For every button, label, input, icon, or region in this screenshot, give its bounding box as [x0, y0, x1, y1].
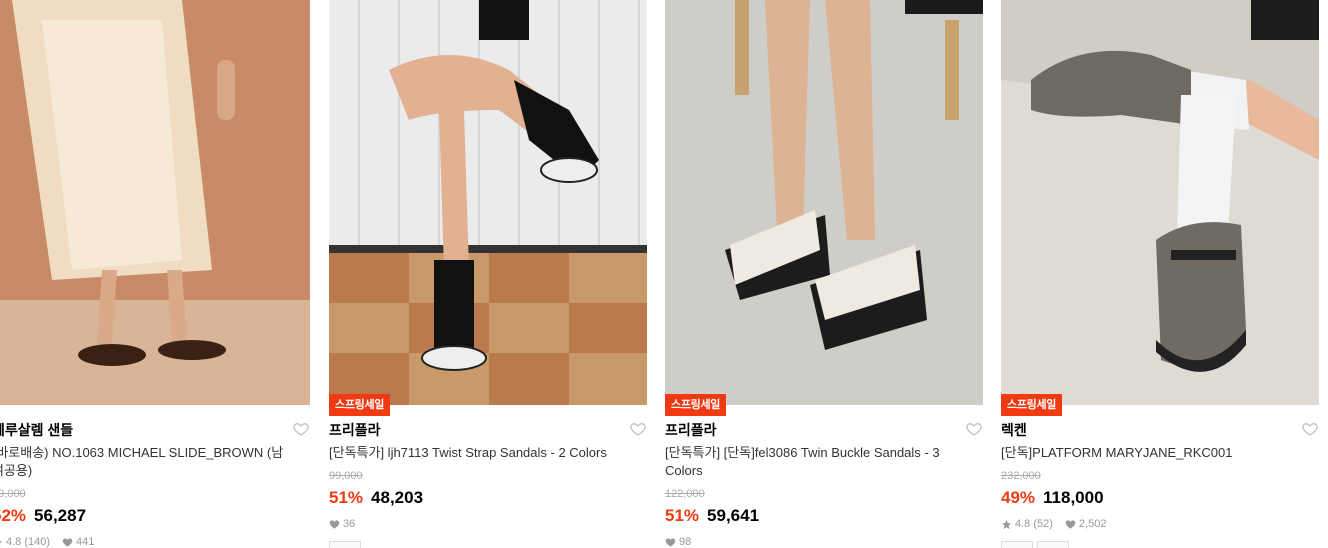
original-price: 99,000	[329, 470, 363, 482]
heart-icon	[1065, 519, 1076, 529]
star-icon	[1001, 519, 1012, 529]
product-card[interactable]: 헤루살렘 샌들 (바로배송) NO.1063 MICHAEL SLIDE_BRO…	[0, 0, 310, 548]
like-count: 441	[76, 536, 95, 548]
product-meta: 4.8 (52) 2,502	[1001, 518, 1106, 530]
heart-icon	[329, 519, 340, 529]
wishlist-heart-icon[interactable]	[965, 420, 983, 438]
heart-icon	[62, 537, 73, 547]
brand-name[interactable]: 렉켄	[1001, 420, 1027, 440]
product-name[interactable]: (바로배송) NO.1063 MICHAEL SLIDE_BROWN (남여공용…	[0, 444, 292, 480]
discount-rate: 51%	[665, 506, 700, 525]
product-card[interactable]: 스프링세일 프리플라 [단독특가] ljh7113 Twist Strap Sa…	[329, 0, 647, 548]
product-image[interactable]	[329, 0, 647, 405]
product-tag	[1037, 541, 1069, 548]
discount-rate: 49%	[1001, 488, 1036, 507]
product-meta: 36	[329, 518, 355, 530]
product-card[interactable]: 스프링세일 프리플라 [단독특가] [단독]fel3086 Twin Buckl…	[665, 0, 983, 548]
original-price: 19,000	[0, 488, 26, 500]
price-line: 52% 56,287	[0, 506, 86, 526]
sale-price: 118,000	[1043, 488, 1104, 507]
heart-icon	[665, 537, 676, 547]
product-name[interactable]: [단독특가] ljh7113 Twist Strap Sandals - 2 C…	[329, 444, 629, 462]
price-line: 51% 48,203	[329, 488, 423, 508]
discount-rate: 52%	[0, 506, 27, 525]
sale-price: 59,641	[707, 506, 760, 525]
wishlist-heart-icon[interactable]	[292, 420, 310, 438]
like-count: 36	[343, 518, 356, 530]
wishlist-heart-icon[interactable]	[1301, 420, 1319, 438]
brand-name[interactable]: 프리플라	[329, 420, 381, 440]
like-count: 98	[679, 536, 692, 548]
rating: 4.8 (52)	[1015, 518, 1053, 530]
product-name[interactable]: [단독특가] [단독]fel3086 Twin Buckle Sandals -…	[665, 444, 965, 480]
sale-price: 56,287	[34, 506, 87, 525]
product-image[interactable]	[665, 0, 983, 405]
product-image[interactable]	[1001, 0, 1319, 405]
sale-badge: 스프링세일	[1001, 394, 1063, 416]
sale-price: 48,203	[371, 488, 424, 507]
product-tag	[329, 541, 361, 548]
discount-rate: 51%	[329, 488, 364, 507]
original-price: 122,000	[665, 488, 705, 500]
price-line: 49% 118,000	[1001, 488, 1104, 508]
product-tag	[1001, 541, 1033, 548]
product-name[interactable]: [단독]PLATFORM MARYJANE_RKC001	[1001, 444, 1301, 462]
star-icon	[0, 540, 3, 547]
brand-name[interactable]: 헤루살렘 샌들	[0, 420, 73, 440]
like-count: 2,502	[1078, 518, 1107, 530]
product-meta: 98	[665, 536, 691, 548]
sale-badge: 스프링세일	[665, 394, 727, 416]
product-image[interactable]	[0, 0, 310, 405]
rating: 4.8 (140)	[6, 536, 51, 548]
original-price: 232,000	[1001, 470, 1041, 482]
wishlist-heart-icon[interactable]	[629, 420, 647, 438]
brand-name[interactable]: 프리플라	[665, 420, 717, 440]
product-meta: 4.8 (140) 441	[0, 536, 94, 548]
product-card[interactable]: 스프링세일 렉켄 [단독]PLATFORM MARYJANE_RKC001 23…	[1001, 0, 1319, 548]
price-line: 51% 59,641	[665, 506, 759, 526]
sale-badge: 스프링세일	[329, 394, 391, 416]
